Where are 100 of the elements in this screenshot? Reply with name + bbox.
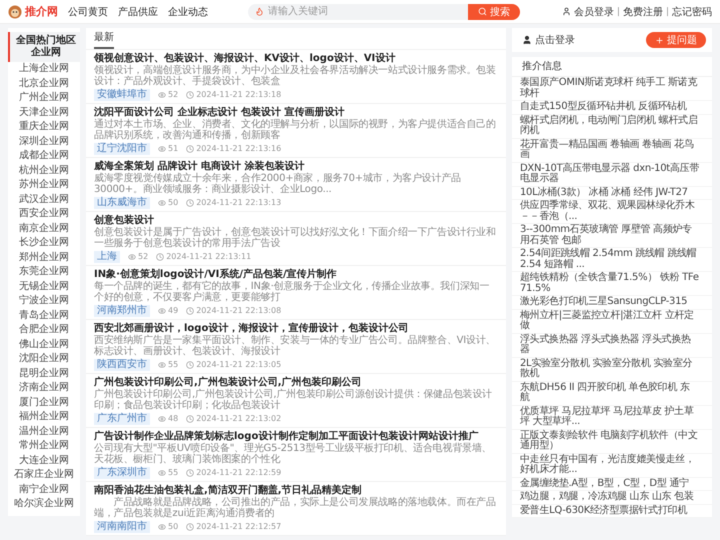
sidebar-item[interactable]: 福州企业网 [8,410,80,424]
location-tag: 山东威海市 [94,196,150,208]
tab[interactable]: 最新 [94,30,114,49]
user-icon [562,7,571,16]
article-title[interactable]: 创意包装设计 [94,214,498,227]
clock-icon [156,252,164,260]
article-summary: 西安维纳斯广告是一家集平面设计、制作、安装与一体的专业广告公司。品牌整合、VI设计、标志设计、画册设计、包装设计、海报设计 [94,335,496,357]
sidebar-item[interactable]: 合肥企业网 [8,323,80,338]
recommend-link[interactable]: 鸡边腿，鸡腿，冷冻鸡腿 山东 山东 包装 [512,491,712,504]
article-summary: 产品战略就是品牌战略，公司推出的产品，实际上是公司发展战略的落地载体。而在产品端，产品包装就是zui近距离沟通消费者的 [94,497,497,519]
post-time: 2024-11-21 22:13:05 [196,360,282,369]
recommend-link[interactable]: 爱普生LQ-630K经济型票据针式打印机 [512,504,712,518]
post-time: 2024-11-21 22:13:13 [196,198,282,207]
sidebar-item[interactable]: 成都企业网 [8,149,80,164]
recommend-link[interactable]: 供应四季常绿、双花、观果园林绿化乔木－－香泡（... [512,200,712,224]
sidebar-item[interactable]: 大连企业网 [8,454,80,468]
separator: | [616,6,620,16]
sidebar-item[interactable]: 哈尔滨企业网 [8,497,80,512]
article-title[interactable]: 沈阳平面设计公司 企业标志设计 包装设计 宣传画册设计 [94,106,498,119]
recommend-link[interactable]: 梅州立杆|三菱监控立杆|湛江立杆 立杆定做 [512,310,712,334]
recommend-link[interactable]: 2L实验室分散机 实验室分散机 实验室分散机 [512,358,712,382]
sidebar-item[interactable]: 佛山企业网 [8,338,80,352]
sidebar-item[interactable]: 宁波企业网 [8,294,80,308]
view-count: 51 [168,144,178,153]
site-logo-text[interactable]: 推介网 [25,4,58,19]
recommend-link[interactable]: 东航DH56 II 四开胶印机 单色胶印机 东航 [512,382,712,406]
recommend-link[interactable]: 激光彩色打印机三星SansungCLP-315 [512,296,712,310]
article-title[interactable]: IN象·创意策划logo设计/VI系统/产品包装/宣传片制作 [94,268,498,281]
recommend-link[interactable]: 中走丝只有中国有，光洁度媲美慢走丝，好机床才能... [512,454,712,478]
sidebar-item[interactable]: 南京企业网 [8,222,80,236]
recommend-link[interactable]: 超纯铁精粉（全铁含量71.5%） 铁粉 TFe71.5% [512,272,712,296]
recommend-link[interactable]: 10L冰桶(3款） 冰桶 冰桶 经伟 JW-T27 [512,186,712,200]
article-title[interactable]: 广告设计制作企业品牌策划标志logo设计制作定制加工平面设计包装设计网站设计推广 [94,430,498,443]
account-link[interactable]: 免费注册 [622,4,663,18]
post-time: 2024-11-21 22:13:16 [196,144,282,153]
location-tag: 陕西西安市 [94,358,150,370]
plus-icon [655,36,664,44]
sidebar-item[interactable]: 昆明企业网 [8,366,80,381]
nav-link[interactable]: 产品供应 [118,4,158,18]
sidebar-item[interactable]: 西安企业网 [8,207,80,222]
article-title[interactable]: 广州包装设计印刷公司,广州包装设计公司,广州包装印刷公司 [94,376,498,389]
recommend-link[interactable]: 金属缠绕垫.A型，B型，C型，D型 通宁 [512,478,712,491]
recommend-link[interactable]: 花开富贵—精品国画 卷轴画 卷轴画 花鸟画 [512,138,712,162]
eye-icon [158,468,166,476]
search-field[interactable]: 请输入关键词 [248,4,468,20]
sidebar-item[interactable]: 杭州企业网 [8,164,80,178]
sidebar-item[interactable]: 无锡企业网 [8,280,80,294]
sidebar-item[interactable]: 常州企业网 [8,439,80,454]
sidebar-item[interactable]: 温州企业网 [8,424,80,439]
recommend-link[interactable]: 螺杆式启闭机，电动闸门启闭机 螺杆式启闭机 [512,114,712,138]
recommend-link[interactable]: 3--300mm石英玻璃管 厚壁管 高频炉专用石英管 包邮 [512,224,712,248]
sidebar-item[interactable]: 厦门企业网 [8,396,80,410]
separator: | [666,6,669,16]
eye-icon [158,414,166,422]
account-link[interactable]: 忘记密码 [672,4,712,18]
sidebar-item[interactable]: 南宁企业网 [8,482,80,497]
recommend-link[interactable]: 浮头式换热器 浮头式换热器 浮头式换热器 [512,334,712,358]
eye-icon [158,360,166,368]
sidebar-item[interactable]: 沈阳企业网 [8,352,80,366]
sidebar-item[interactable]: 石家庄企业网 [8,468,80,482]
article-title[interactable]: 威海全案策划 品牌设计 电商设计 涂装包装设计 [94,160,498,173]
sidebar-item[interactable]: 长沙企业网 [8,236,80,250]
article-title[interactable]: 南阳香油花生油包装礼盒,简洁双开门翻盖,节日礼品精美定制 [94,484,498,497]
recommend-link[interactable]: DXN-10T高压带电显示器 dxn-10t高压带电显示器 [512,162,712,186]
view-count: 49 [168,306,178,315]
eye-icon [128,252,136,260]
clock-icon [186,468,194,476]
article-title[interactable]: 西安北郊画册设计，logo设计，海报设计，宣传册设计，包装设计公司 [94,322,498,335]
sidebar-item[interactable]: 广州企业网 [8,91,80,106]
sidebar-item[interactable]: 东莞企业网 [8,265,80,280]
article-title[interactable]: 领视创意设计、包装设计、海报设计、KV设计、logo设计、VI设计 [94,52,498,65]
article-summary: 广州包装设计印刷公司,广州包装设计公司,广州包装印刷公司源创设计提供：保健品包装设计印刷；食品包装设计印刷；化妆品包装设计 [94,389,493,411]
recommend-link[interactable]: 自走式150型反循环钻井机 反循环钻机 [512,101,712,114]
view-count: 48 [168,414,178,423]
post-time: 2024-11-21 22:13:18 [196,90,282,99]
sidebar-item[interactable]: 天津企业网 [8,106,80,120]
user-icon [522,35,532,45]
recommend-link[interactable]: 泰国原产OMIN斯诺克球杆 纯手工 斯诺克球杆 [512,77,712,101]
sidebar-item[interactable]: 深圳企业网 [8,134,80,149]
login-link[interactable]: 点击登录 [522,33,575,47]
location-tag: 上海 [94,250,120,262]
account-link[interactable]: 会员登录 [574,4,614,18]
recommend-link[interactable]: 2.54间距跳线帽 2.54mm 跳线帽 跳线帽2.54 短路帽 ... [512,248,712,272]
nav-link[interactable]: 公司黄页 [68,4,108,18]
sidebar-item[interactable]: 重庆企业网 [8,120,80,134]
sidebar-item[interactable]: 济南企业网 [8,381,80,396]
post-time: 2024-11-21 22:12:59 [196,468,282,477]
recommend-link[interactable]: 正版文泰刻绘软件 电脑刻字机软件（中文通用型） [512,430,712,454]
eye-icon [158,522,166,530]
sidebar-item[interactable]: 北京企业网 [8,76,80,91]
sidebar-item[interactable]: 青岛企业网 [8,308,80,323]
recommend-link[interactable]: 优质草坪 马尼拉草坪 马尼拉草皮 护土草坪 大型草坪... [512,406,712,430]
article-summary: 创意包装设计是属于广告设计，创意包装设计可以找好泓文化！下面介绍一下广告设计行业和一些服务于创意包装设计的常用手法广告设 [94,227,497,249]
nav-link[interactable]: 企业动态 [168,4,208,18]
view-count: 50 [168,198,178,207]
sidebar-item[interactable]: 上海企业网 [8,62,80,76]
location-tag: 河南郑州市 [94,304,150,316]
sidebar-item[interactable]: 苏州企业网 [8,178,80,192]
sidebar-item[interactable]: 武汉企业网 [8,192,80,207]
sidebar-item[interactable]: 郑州企业网 [8,250,80,265]
